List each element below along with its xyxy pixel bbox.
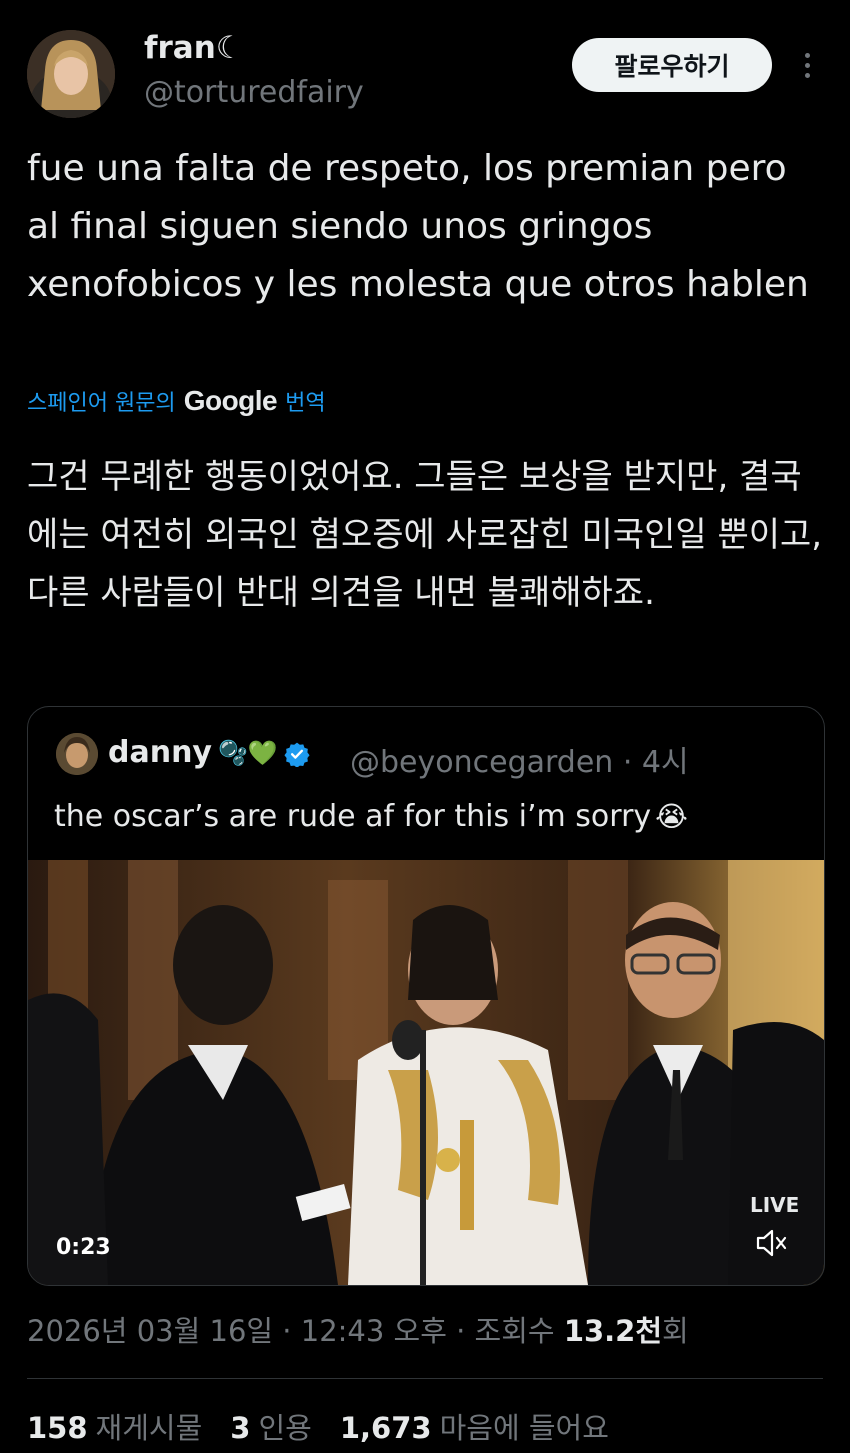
verified-badge-icon: [284, 740, 310, 768]
more-options-icon[interactable]: [792, 45, 822, 85]
quote-video[interactable]: [28, 860, 824, 1285]
view-count: 13.2천: [563, 1314, 663, 1348]
quote-handle-time: @beyoncegarden · 4시: [350, 745, 689, 780]
tweet-text: fue una falta de respeto, los premian pe…: [27, 148, 809, 305]
crying-emoji-icon: 😭: [655, 800, 688, 833]
quotes-count: 3: [230, 1411, 251, 1445]
likes-count: 1,673: [339, 1411, 432, 1445]
translation-attribution[interactable]: 스페인어 원문의 Google 번역: [27, 385, 326, 417]
quote-text: the oscar’s are rude af for this i’m sor…: [54, 799, 652, 834]
translated-text: 그건 무례한 행동이었어요. 그들은 보상을 받지만, 결국에는 여전히 외국인…: [27, 457, 823, 613]
quotes-label: 인용: [258, 1411, 312, 1445]
reposts-label: 재게시물: [95, 1411, 203, 1445]
quoted-tweet[interactable]: danny 🫧💚 @beyoncegarden · 4시 the oscar’s…: [27, 706, 825, 1286]
mute-icon[interactable]: [750, 1223, 790, 1263]
quotes-stat[interactable]: 3 인용: [230, 1405, 312, 1447]
live-badge: LIVE: [750, 1193, 800, 1217]
reposts-count: 158: [27, 1411, 88, 1445]
likes-label: 마음에 들어요: [439, 1411, 609, 1445]
quote-author-avatar[interactable]: [56, 733, 98, 775]
divider: [27, 1378, 823, 1379]
tweet-timestamp-row: 2026년 03월 16일 · 12:43 오후 · 조회수 13.2천회: [27, 1308, 689, 1350]
translation-suffix: 번역: [285, 391, 326, 416]
quote-author-name: danny: [108, 735, 212, 770]
translation-prefix: 스페인어 원문의: [27, 391, 176, 416]
author-handle[interactable]: @torturedfairy: [144, 75, 364, 110]
quote-author-name-row[interactable]: danny 🫧💚: [108, 735, 310, 770]
author-display-name[interactable]: fran☾: [144, 30, 244, 66]
author-avatar[interactable]: [27, 30, 115, 118]
engagement-stats: 158 재게시물 3 인용 1,673 마음에 들어요: [27, 1405, 609, 1447]
likes-stat[interactable]: 1,673 마음에 들어요: [340, 1405, 609, 1447]
quote-text-row: the oscar’s are rude af for this i’m sor…: [54, 799, 688, 834]
view-count-suffix: 회: [662, 1314, 689, 1348]
google-logo: Google: [183, 385, 278, 416]
reposts-stat[interactable]: 158 재게시물: [27, 1405, 202, 1447]
quote-name-emojis: 🫧💚: [218, 738, 278, 767]
video-time: 0:23: [56, 1235, 111, 1260]
follow-button[interactable]: 팔로우하기: [572, 38, 772, 92]
tweet-timestamp: 2026년 03월 16일 · 12:43 오후 · 조회수: [27, 1314, 564, 1348]
